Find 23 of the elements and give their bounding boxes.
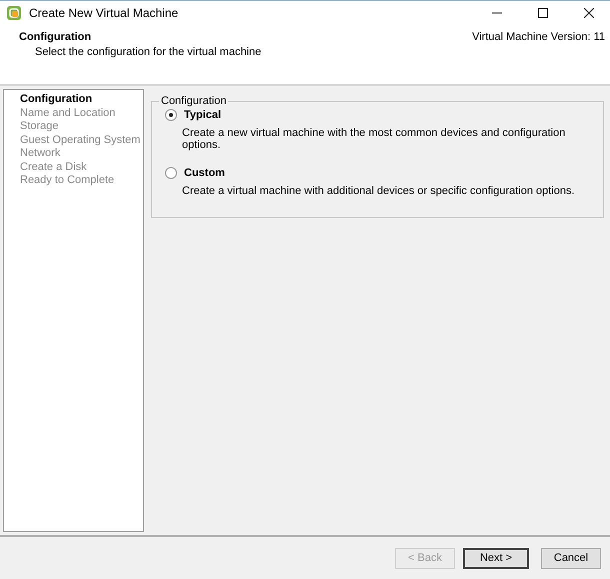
option-description: Create a virtual machine with additional devices or specific configuration options. — [182, 185, 576, 197]
step-item: Network — [20, 147, 62, 160]
step-item: Configuration — [20, 93, 94, 106]
option-label[interactable]: Typical — [184, 109, 222, 121]
page-subtitle: Select the configuration for the virtual machine — [35, 46, 262, 58]
step-item: Name and Location — [20, 106, 116, 120]
dialog-button[interactable]: Cancel — [541, 548, 601, 568]
app-logo-icon — [6, 4, 22, 20]
page-title: Configuration — [19, 31, 92, 43]
step-item: Ready to Complete — [20, 174, 116, 188]
maximize-icon[interactable] — [538, 8, 548, 18]
close-icon[interactable] — [584, 8, 594, 18]
step-item: Create a Disk — [20, 160, 88, 174]
option-description: Create a new virtual machine with the most common devices and configuration options. — [182, 127, 566, 151]
version-label: Virtual Machine Version: 11 — [472, 31, 605, 45]
step-item: Guest Operating System — [20, 134, 142, 147]
radio-button[interactable] — [165, 109, 177, 121]
group-title: Configuration — [160, 95, 228, 107]
window-title: Create New Virtual Machine — [29, 6, 178, 20]
option-label[interactable]: Custom — [184, 167, 225, 179]
step-item: Storage — [20, 120, 60, 134]
dialog-button[interactable]: Next > — [463, 548, 529, 568]
radio-button[interactable] — [165, 167, 177, 179]
